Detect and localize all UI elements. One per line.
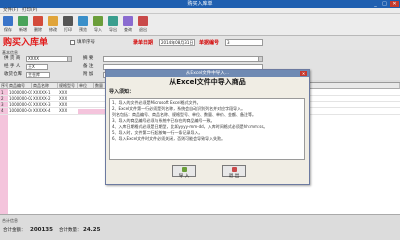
total-amount-label: 合计金额： [3, 228, 26, 233]
maximize-button[interactable]: □ [380, 1, 389, 7]
column-header[interactable]: 规格型号 [58, 83, 78, 89]
toolbar-label: 打印 [64, 27, 72, 32]
toolbar-label: 删除 [34, 27, 42, 32]
exit-icon [138, 16, 148, 26]
page-title: 购买入库单 [3, 38, 49, 48]
supplier-field[interactable]: XXXX [26, 56, 72, 62]
remark-label: 备 注 [83, 64, 94, 69]
toolbar-label: 导出 [109, 27, 117, 32]
toolbar-query-button[interactable]: 查询 [121, 15, 135, 35]
toolbar-label: 预览 [79, 27, 87, 32]
export-icon [108, 16, 118, 26]
cell-name: XXXXX-4 [33, 108, 51, 113]
supplier-value: XXXX [28, 56, 39, 61]
column-header[interactable]: 商品名称 [32, 83, 58, 89]
summary-dropdown-icon[interactable] [258, 57, 262, 61]
extra-label: 附 加 [83, 72, 94, 77]
supplier-dropdown-icon[interactable] [67, 57, 71, 61]
title-bar: 购买入库单 _ □ ✕ [0, 0, 400, 8]
cell-code: 1000000-04 [9, 108, 32, 113]
total-qty-value: 24.25 [83, 227, 101, 233]
warehouse-field[interactable]: 主仓库 [26, 72, 50, 78]
printer-icon [63, 16, 73, 26]
agent-field[interactable]: 王X [26, 64, 48, 70]
cell-no: 4 [1, 108, 4, 113]
toolbar-label: 新增 [19, 27, 27, 32]
supplier-label: 供 货 商 [4, 56, 21, 61]
column-header[interactable]: 商品编号 [8, 83, 32, 89]
edit-icon [48, 16, 58, 26]
dialog-guide-label: 导入须知： [109, 89, 135, 95]
column-header[interactable]: 单位 [78, 83, 94, 89]
toolbar-label: 导入 [94, 27, 102, 32]
totals-footer: 合计信息 合计金额： 200135 合计数量： 24.25 [0, 214, 400, 240]
toolbar-import-button[interactable]: 导入 [91, 15, 105, 35]
sequence-checkbox-label: 填单序号 [77, 40, 95, 45]
date-label: 录单日期 [133, 40, 154, 46]
new-icon [18, 16, 28, 26]
exit-button[interactable]: 退 出 [222, 165, 246, 179]
dialog-close-button[interactable]: ✕ [300, 71, 307, 76]
summary-label: 摘 要 [83, 56, 94, 61]
instruction-line: 6、导入Excel文件时文件必须关闭，否则可能会导致导入失败。 [112, 136, 226, 141]
doc-number-label: 单据编号 [199, 40, 220, 46]
dialog-title: 从Excel文件中导入... [185, 71, 230, 76]
doc-number-field[interactable]: 3 [225, 39, 263, 46]
toolbar-print-button[interactable]: 打印 [61, 15, 75, 35]
import-button-label: 导 入 [178, 174, 190, 179]
toolbar-edit-button[interactable]: 修改 [46, 15, 60, 35]
warehouse-label: 收货仓库 [4, 72, 22, 77]
exit-icon [231, 167, 237, 172]
dialog-heading: 从Excel文件中导入商品 [169, 78, 246, 86]
toolbar-new-button[interactable]: 新增 [16, 15, 30, 35]
toolbar-export-button[interactable]: 导出 [106, 15, 120, 35]
import-excel-dialog: 从Excel文件中导入... ✕ 从Excel文件中导入商品 导入须知： 1、导… [105, 69, 310, 185]
toolbar-save-button[interactable]: 保存 [1, 15, 15, 35]
total-qty-label: 合计数量： [59, 228, 82, 233]
import-icon [93, 16, 103, 26]
agent-label: 经 手 人 [4, 64, 21, 69]
document-header: 购买入库单 填单序号 录单日期 2014年08月31日 单据编号 3 [0, 36, 400, 50]
warehouse-value: 主仓库 [28, 72, 40, 77]
toolbar-preview-button[interactable]: 预览 [76, 15, 90, 35]
window-title: 购买入库单 [187, 1, 213, 7]
minimize-button[interactable]: _ [371, 1, 380, 7]
import-button[interactable]: 导 入 [172, 165, 196, 179]
preview-icon [78, 16, 88, 26]
date-field[interactable]: 2014年08月31日 [159, 39, 195, 46]
toolbar: 保存 新增 删除 修改 打印 预览 导入 导出 查询 退出 [0, 14, 400, 36]
toolbar-exit-button[interactable]: 退出 [136, 15, 150, 35]
toolbar-label: 修改 [49, 27, 57, 32]
total-amount-value: 200135 [30, 227, 53, 233]
summary-field[interactable] [103, 56, 263, 62]
toolbar-label: 退出 [139, 27, 147, 32]
exit-button-label: 退 出 [228, 174, 240, 179]
save-icon [3, 16, 13, 26]
totals-section-label: 合计信息 [2, 218, 18, 223]
toolbar-label: 查询 [124, 27, 132, 32]
dialog-title-bar: 从Excel文件中导入... ✕ [106, 70, 309, 77]
search-icon [123, 16, 133, 26]
sequence-checkbox[interactable] [70, 40, 75, 45]
instructions-textbox[interactable]: 1、导入的文件必须是Microsoft Excel格式文件。 2、Excel文件… [109, 98, 305, 160]
close-button[interactable]: ✕ [390, 1, 399, 7]
agent-value: 王X [28, 64, 35, 69]
cell-spec: XXX [59, 108, 68, 113]
import-icon [181, 167, 187, 172]
toolbar-delete-button[interactable]: 删除 [31, 15, 45, 35]
delete-icon [33, 16, 43, 26]
toolbar-label: 保存 [4, 27, 12, 32]
